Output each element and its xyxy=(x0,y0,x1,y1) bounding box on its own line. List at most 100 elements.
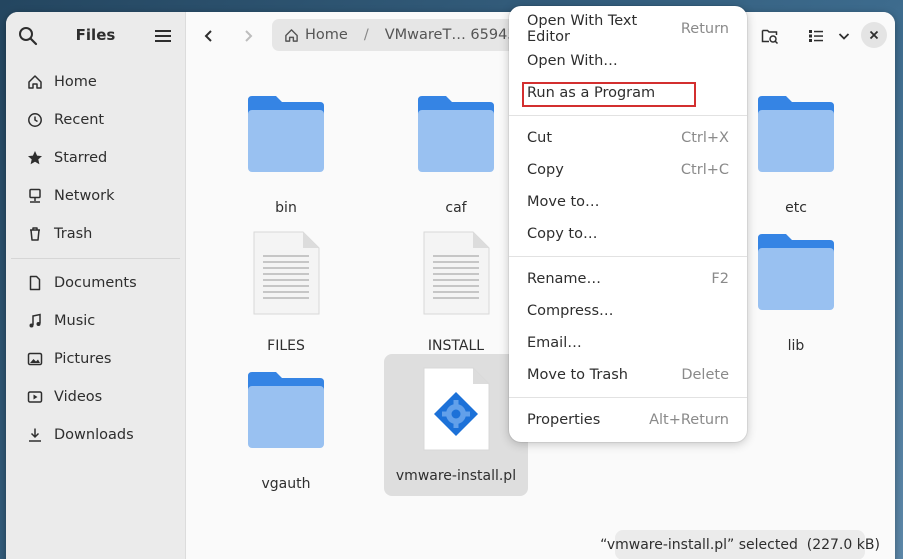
clock-icon xyxy=(26,111,44,129)
file-item[interactable]: bin xyxy=(214,82,358,216)
path-home[interactable]: Home xyxy=(305,27,348,43)
file-label: vmware-install.pl xyxy=(395,468,517,484)
status-bar: “vmware-install.pl” selected (227.0 kB) xyxy=(600,530,880,559)
home-icon xyxy=(284,28,299,43)
trash-icon xyxy=(26,225,44,243)
menu-item-label: Open With Text Editor xyxy=(527,13,638,45)
file-label: vgauth xyxy=(261,476,311,492)
sidebar-item-label: Pictures xyxy=(54,351,112,367)
menu-item-label: Email… xyxy=(527,335,582,351)
sidebar-item-home[interactable]: Home xyxy=(6,63,185,101)
close-button[interactable] xyxy=(861,22,887,48)
home-icon xyxy=(26,73,44,91)
path-current[interactable]: VMwareT… 659455 xyxy=(385,27,522,43)
close-icon xyxy=(869,30,879,40)
status-text: “vmware-install.pl” selected (227.0 kB) xyxy=(600,537,880,553)
sidebar-item-label: Documents xyxy=(54,275,137,291)
music-icon xyxy=(26,312,44,330)
menu-item-properties[interactable]: Properties Alt+Return xyxy=(509,405,747,435)
script-file-icon xyxy=(384,366,528,456)
star-icon xyxy=(26,149,44,167)
menu-item-label: Run as a Program xyxy=(527,85,656,101)
document-icon xyxy=(26,274,44,292)
menu-separator xyxy=(509,397,747,398)
menu-item-copy-to[interactable]: Copy to… xyxy=(509,219,747,249)
menu-item-run-as-program[interactable]: Run as a Program xyxy=(509,78,747,108)
sidebar-item-label: Music xyxy=(54,313,96,329)
sidebar-header: Files xyxy=(6,12,185,58)
main-menu-button[interactable] xyxy=(151,24,175,48)
menu-item-rename[interactable]: Rename… F2 xyxy=(509,264,747,294)
context-menu: Open With Text Editor Return Open With… … xyxy=(509,6,747,442)
menu-item-label: Compress… xyxy=(527,303,614,319)
view-options-button[interactable] xyxy=(831,23,857,49)
menu-item-accel: Ctrl+C xyxy=(680,162,729,178)
file-label: INSTALL xyxy=(427,338,485,354)
chevron-down-icon xyxy=(838,33,850,40)
sidebar-places: Home Recent Starred Network Trash xyxy=(6,58,185,253)
sidebar-item-recent[interactable]: Recent xyxy=(6,101,185,139)
sidebar-item-label: Recent xyxy=(54,112,105,128)
file-item-selected[interactable]: vmware-install.pl xyxy=(384,354,528,496)
folder-icon xyxy=(384,92,528,182)
text-file-icon xyxy=(214,230,358,320)
menu-item-copy[interactable]: Copy Ctrl+C xyxy=(509,155,747,185)
sidebar-item-label: Home xyxy=(54,74,97,90)
view-toggle-button[interactable] xyxy=(803,23,829,49)
menu-item-label: Move to Trash xyxy=(527,367,628,383)
folder-icon xyxy=(214,92,358,182)
menu-item-email[interactable]: Email… xyxy=(509,328,747,358)
file-item[interactable]: vgauth xyxy=(214,358,358,492)
search-folder-button[interactable] xyxy=(757,23,783,49)
sidebar: Files Home Recent Starred Network Trash … xyxy=(6,12,186,559)
picture-icon xyxy=(26,350,44,368)
menu-item-accel: Return xyxy=(680,21,729,37)
menu-item-move-to-trash[interactable]: Move to Trash Delete xyxy=(509,360,747,390)
menu-item-compress[interactable]: Compress… xyxy=(509,296,747,326)
sidebar-bookmarks: Documents Music Pictures Videos Download… xyxy=(6,264,185,454)
path-separator: / xyxy=(363,27,369,43)
file-label: FILES xyxy=(267,338,305,354)
sidebar-item-label: Network xyxy=(54,188,115,204)
text-file-icon xyxy=(384,230,528,320)
menu-item-label: Rename… xyxy=(527,271,601,287)
menu-item-label: Move to… xyxy=(527,194,600,210)
sidebar-item-documents[interactable]: Documents xyxy=(6,264,185,302)
sidebar-item-label: Downloads xyxy=(54,427,134,443)
sidebar-separator xyxy=(11,258,180,259)
sidebar-item-downloads[interactable]: Downloads xyxy=(6,416,185,454)
menu-item-label-wrap: Run as a Program xyxy=(522,82,696,107)
chevron-right-icon xyxy=(245,30,253,42)
folder-search-icon xyxy=(761,29,779,45)
menu-item-accel: Delete xyxy=(681,367,729,383)
list-view-icon xyxy=(809,30,823,42)
file-item[interactable]: caf xyxy=(384,82,528,216)
menu-item-label: Copy xyxy=(527,162,564,178)
folder-icon xyxy=(214,368,358,458)
download-icon xyxy=(26,426,44,444)
sidebar-item-videos[interactable]: Videos xyxy=(6,378,185,416)
video-icon xyxy=(26,388,44,406)
sidebar-item-label: Trash xyxy=(54,226,93,242)
file-item[interactable]: INSTALL xyxy=(384,220,528,354)
pathbar[interactable]: Home / VMwareT… 659455 xyxy=(272,19,522,51)
sidebar-item-pictures[interactable]: Pictures xyxy=(6,340,185,378)
back-button[interactable] xyxy=(196,23,222,49)
forward-button[interactable] xyxy=(235,23,261,49)
sidebar-item-trash[interactable]: Trash xyxy=(6,215,185,253)
menu-item-label: Properties xyxy=(527,412,601,428)
menu-item-cut[interactable]: Cut Ctrl+X xyxy=(509,123,747,153)
menu-item-open-with-text-editor[interactable]: Open With Text Editor Return xyxy=(509,13,747,45)
menu-item-accel: F2 xyxy=(711,271,729,287)
menu-item-move-to[interactable]: Move to… xyxy=(509,187,747,217)
sidebar-item-label: Videos xyxy=(54,389,103,405)
sidebar-item-music[interactable]: Music xyxy=(6,302,185,340)
menu-separator xyxy=(509,115,747,116)
menu-separator xyxy=(509,256,747,257)
sidebar-item-network[interactable]: Network xyxy=(6,177,185,215)
hamburger-icon xyxy=(155,30,171,42)
menu-item-open-with[interactable]: Open With… xyxy=(509,46,747,76)
file-item[interactable]: FILES xyxy=(214,220,358,354)
menu-item-accel: Ctrl+X xyxy=(681,130,729,146)
sidebar-item-starred[interactable]: Starred xyxy=(6,139,185,177)
